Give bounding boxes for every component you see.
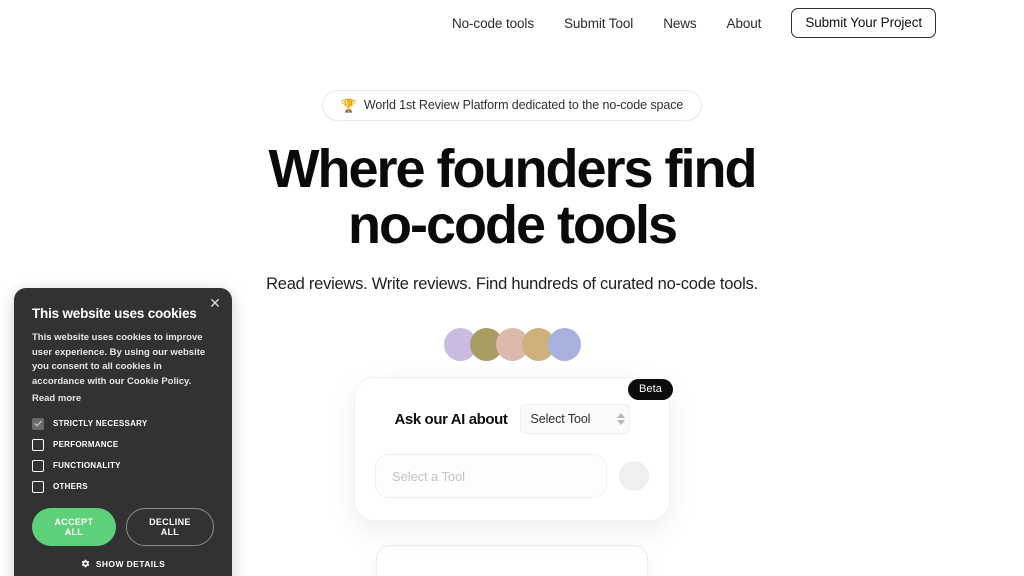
decline-all-button[interactable]: DECLINE ALL <box>125 507 214 546</box>
cookie-option-others[interactable]: OTHERS <box>32 480 214 493</box>
page-title: Where founders find no-code tools <box>0 141 1024 253</box>
beta-badge: Beta <box>627 379 673 401</box>
headline-line-2: no-code tools <box>348 195 678 256</box>
select-tool-dropdown[interactable]: Select Tool <box>519 404 630 435</box>
checkbox-icon[interactable] <box>32 459 44 472</box>
show-details-button[interactable]: SHOW DETAILS <box>32 559 214 569</box>
cookie-option-label: STRICTLY NECESSARY <box>53 419 148 429</box>
select-a-tool-input[interactable] <box>375 454 607 499</box>
cookie-banner-body: This website uses cookies to improve use… <box>32 332 206 388</box>
cookie-option-label: FUNCTIONALITY <box>53 461 121 471</box>
checkbox-icon[interactable] <box>32 480 44 493</box>
cookie-banner-title: This website uses cookies <box>32 306 197 321</box>
cookie-consent-banner: ✕ This website uses cookies This website… <box>14 288 232 576</box>
ai-prompt-label: Ask our AI about <box>394 410 508 428</box>
cookie-read-more-link[interactable]: Read more <box>32 393 214 404</box>
cookie-options-list: STRICTLY NECESSARY PERFORMANCE FUNCTIONA… <box>32 417 214 493</box>
nav-link-submit-tool[interactable]: Submit Tool <box>564 16 633 31</box>
ai-input-row <box>375 454 649 499</box>
trophy-icon: 🏆 <box>340 97 357 113</box>
tagline-badge: 🏆 World 1st Review Platform dedicated to… <box>321 90 703 121</box>
chevron-down-icon[interactable] <box>616 420 625 426</box>
nav-link-about[interactable]: About <box>727 16 762 31</box>
checkbox-icon[interactable] <box>32 438 44 451</box>
select-tool-value: Select Tool <box>530 412 591 427</box>
content-card-partial <box>376 545 648 576</box>
ai-assistant-card: Ask our AI about Select Tool <box>354 377 670 522</box>
submit-your-project-button[interactable]: Submit Your Project <box>791 8 936 38</box>
cookie-option-label: OTHERS <box>53 482 88 492</box>
close-icon[interactable]: ✕ <box>207 295 223 311</box>
cookie-option-label: PERFORMANCE <box>53 440 119 450</box>
chevron-up-icon[interactable] <box>616 413 625 419</box>
cookie-option-functionality[interactable]: FUNCTIONALITY <box>32 459 214 472</box>
accept-all-button[interactable]: ACCEPT ALL <box>32 507 116 546</box>
ai-prompt-row: Ask our AI about Select Tool <box>375 404 649 435</box>
stepper-arrows-icon[interactable] <box>612 413 625 426</box>
ai-assistant-card-wrapper: Beta Ask our AI about Select Tool <box>354 377 673 522</box>
site-header: No-code tools Submit Tool News About Sub… <box>0 0 1024 46</box>
nav-link-no-code-tools[interactable]: No-code tools <box>452 16 534 31</box>
cookie-option-strictly-necessary[interactable]: STRICTLY NECESSARY <box>32 417 214 430</box>
cookie-action-buttons: ACCEPT ALL DECLINE ALL <box>32 507 214 546</box>
headline-line-1: Where founders find <box>268 139 758 199</box>
ai-send-button[interactable] <box>619 461 649 492</box>
gear-icon <box>81 560 90 568</box>
nav-link-news[interactable]: News <box>663 16 696 31</box>
show-details-label: SHOW DETAILS <box>95 558 166 569</box>
avatar <box>547 328 581 362</box>
tagline-badge-label: World 1st Review Platform dedicated to t… <box>363 98 684 112</box>
cookie-option-performance[interactable]: PERFORMANCE <box>32 438 214 451</box>
checkbox-icon[interactable] <box>32 417 44 430</box>
